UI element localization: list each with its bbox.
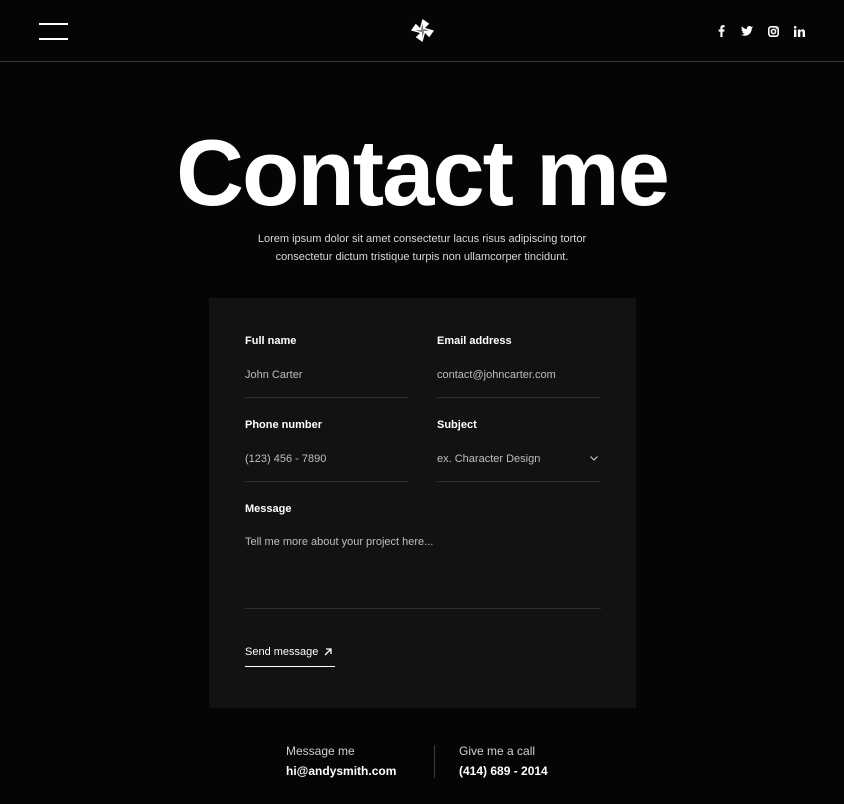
phone-input[interactable]: (123) 456 - 7890	[245, 452, 409, 482]
subject-select-value: ex. Character Design	[437, 453, 541, 465]
phone-field: Phone number (123) 456 - 7890	[245, 418, 409, 482]
subject-select[interactable]: ex. Character Design	[437, 452, 601, 482]
send-message-button[interactable]: Send message	[245, 645, 336, 667]
message-me-label: Message me	[286, 744, 355, 758]
full-name-label: Full name	[245, 335, 297, 347]
call-me-block: Give me a call (414) 689 - 2014	[459, 744, 548, 778]
arrow-up-right-icon	[324, 648, 333, 656]
site-header	[0, 0, 844, 62]
subject-label: Subject	[437, 419, 477, 431]
facebook-icon[interactable]	[714, 23, 728, 39]
full-name-field: Full name John Carter	[245, 334, 409, 398]
logo-icon[interactable]	[411, 19, 434, 42]
page-subtitle: Lorem ipsum dolor sit amet consectetur l…	[257, 233, 587, 263]
call-me-label: Give me a call	[459, 744, 536, 758]
instagram-icon[interactable]	[766, 23, 780, 39]
subject-field: Subject ex. Character Design	[437, 418, 601, 482]
email-label: Email address	[437, 335, 512, 347]
hamburger-menu-button[interactable]	[39, 23, 68, 41]
message-field: Message Tell me more about your project …	[245, 502, 601, 609]
menu-line-icon	[39, 38, 68, 40]
email-field: Email address contact@johncarter.com	[437, 334, 601, 398]
menu-line-icon	[39, 23, 68, 25]
send-message-label: Send message	[245, 646, 319, 658]
chevron-down-icon[interactable]	[589, 453, 599, 463]
message-label: Message	[245, 503, 292, 515]
phone-link[interactable]: (414) 689 - 2014	[459, 764, 548, 778]
social-links	[714, 23, 806, 39]
message-textarea[interactable]: Tell me more about your project here...	[245, 535, 601, 609]
email-input[interactable]: contact@johncarter.com	[437, 368, 601, 398]
message-me-block: Message me hi@andysmith.com	[286, 744, 396, 778]
twitter-icon[interactable]	[740, 23, 754, 39]
page-title: Contact me	[176, 120, 670, 225]
linkedin-icon[interactable]	[792, 23, 806, 39]
phone-label: Phone number	[245, 419, 323, 431]
email-link[interactable]: hi@andysmith.com	[286, 764, 396, 778]
contact-form: Full name John Carter Email address cont…	[209, 298, 636, 708]
contact-divider	[434, 745, 435, 778]
full-name-input[interactable]: John Carter	[245, 368, 409, 398]
